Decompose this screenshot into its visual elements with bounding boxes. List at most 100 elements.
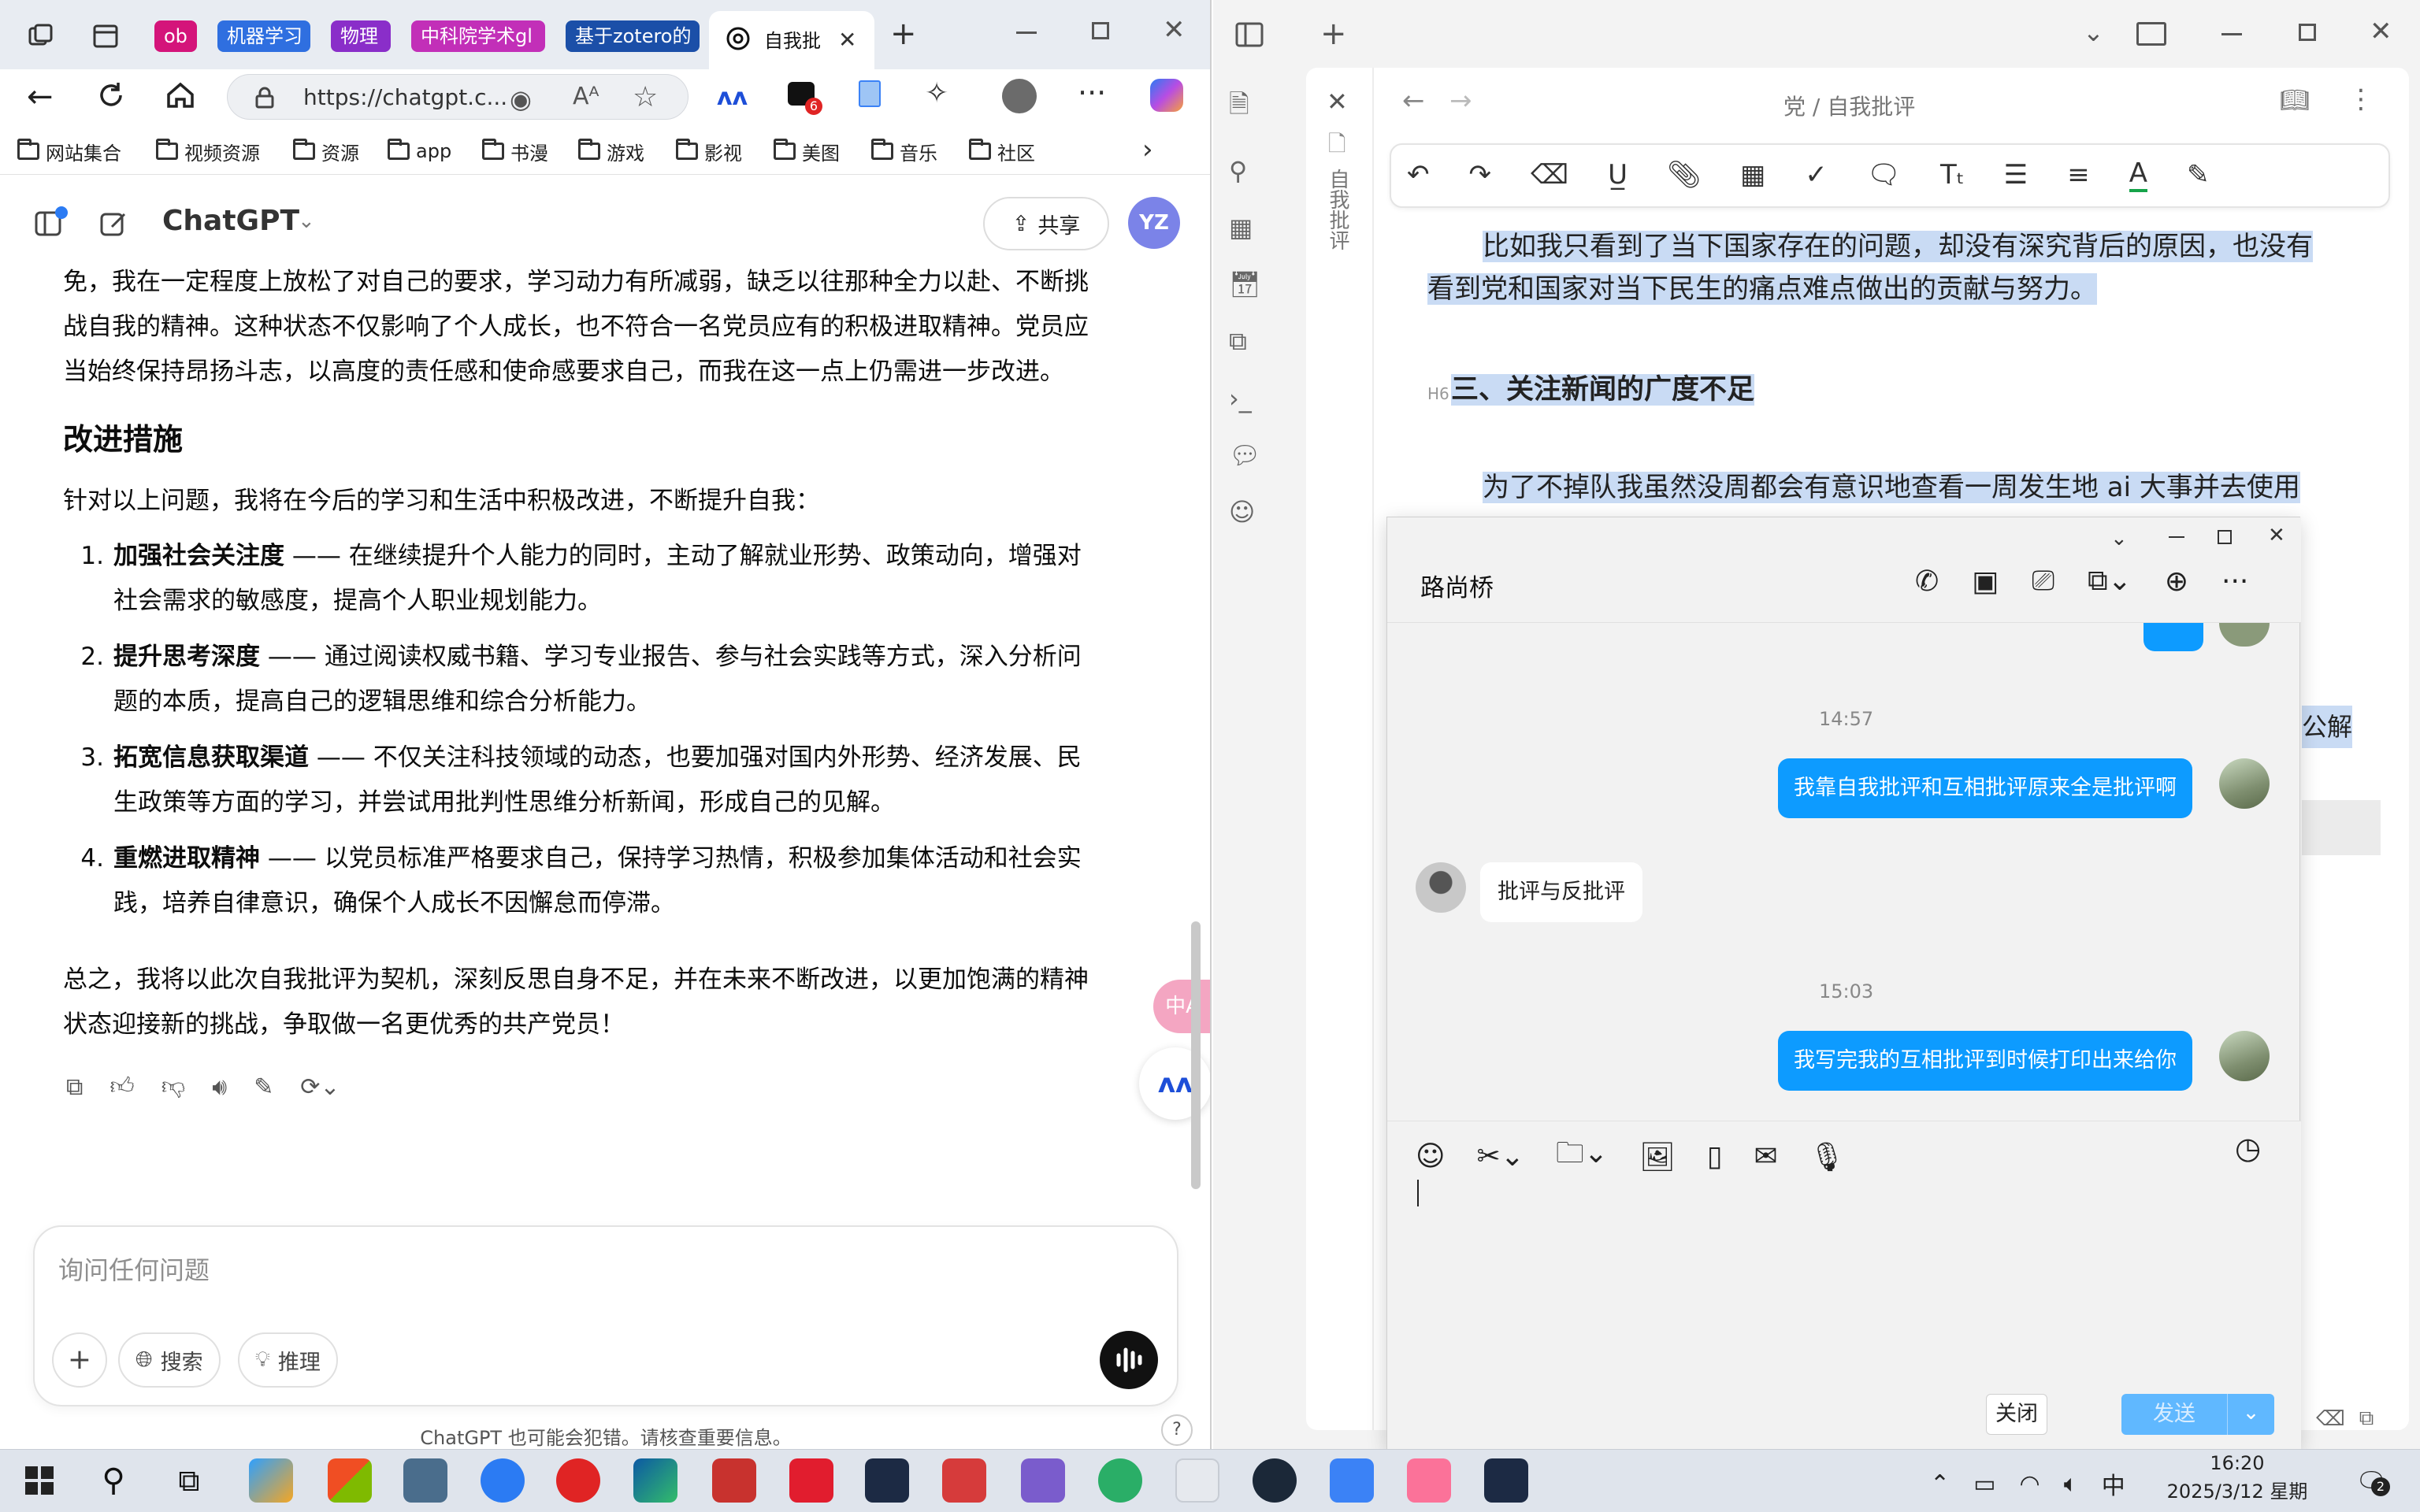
- outline-icon[interactable]: ▦: [1229, 213, 1261, 243]
- send-options-icon[interactable]: ⌄: [2227, 1394, 2274, 1435]
- obsidian-icon[interactable]: [1021, 1458, 1065, 1503]
- list-icon[interactable]: ☰: [2004, 159, 2028, 191]
- eraser-icon[interactable]: ⌫: [1531, 159, 1568, 191]
- tab-group-ob[interactable]: ob: [154, 20, 197, 52]
- tab-close-icon[interactable]: ✕: [838, 27, 856, 53]
- share-button[interactable]: ⇪ 共享: [983, 197, 1109, 250]
- edit-icon[interactable]: ✎: [254, 1073, 273, 1101]
- favorite-folder[interactable]: 网站集合: [17, 135, 121, 167]
- workspaces-icon[interactable]: [27, 22, 55, 50]
- copy-docs-icon[interactable]: ⧉: [1229, 326, 1261, 357]
- app-icon[interactable]: [1484, 1458, 1528, 1503]
- tab-group-ml[interactable]: 机器学习: [217, 20, 310, 52]
- emoji-icon[interactable]: ☺: [1416, 1140, 1446, 1173]
- chevron-up-icon[interactable]: ⌃: [1930, 1470, 1950, 1498]
- layers-icon[interactable]: ⧉: [2359, 1406, 2374, 1431]
- battery-icon[interactable]: ▭: [1973, 1470, 1995, 1498]
- wifi-icon[interactable]: ◠: [2020, 1470, 2040, 1498]
- folder-icon[interactable]: 🗀︎⌄: [1556, 1132, 1608, 1180]
- chevron-right-icon[interactable]: ›: [1142, 134, 1153, 165]
- app-icon[interactable]: [328, 1458, 372, 1503]
- tab-group-cas[interactable]: 中科院学术gl: [411, 20, 545, 52]
- volume-icon[interactable]: 🔈︎: [2064, 1470, 2078, 1498]
- favorite-folder[interactable]: 社区: [969, 135, 1035, 167]
- forward-icon[interactable]: →: [1449, 85, 1472, 117]
- zotero-icon[interactable]: [942, 1458, 986, 1503]
- favorite-folder[interactable]: 资源: [293, 135, 359, 167]
- redo-icon[interactable]: ↷: [1469, 159, 1492, 191]
- store-icon[interactable]: [249, 1458, 293, 1503]
- close-icon[interactable]: ✕: [2268, 524, 2285, 547]
- settings-app-icon[interactable]: [1330, 1458, 1374, 1503]
- thumbs-up-icon[interactable]: 👍︎: [109, 1073, 134, 1101]
- send-button[interactable]: 发送: [2121, 1394, 2227, 1435]
- font-color-icon[interactable]: A: [2129, 158, 2147, 192]
- calendar-icon[interactable]: 📅︎: [1229, 269, 1261, 299]
- new-tab-icon[interactable]: +: [890, 16, 917, 52]
- tab-group-zotero[interactable]: 基于zotero的: [566, 20, 700, 52]
- back-icon[interactable]: ←: [1402, 85, 1425, 117]
- maximize-icon[interactable]: [1092, 22, 1109, 39]
- split-view-icon[interactable]: [2136, 22, 2166, 46]
- regenerate-icon[interactable]: ⟳⌄: [300, 1073, 340, 1101]
- self-avatar[interactable]: [2219, 758, 2270, 809]
- back-icon[interactable]: ←: [27, 79, 54, 115]
- search-button[interactable]: 🌐︎ 搜索: [118, 1332, 221, 1388]
- video-call-icon[interactable]: ▣: [1972, 565, 1999, 598]
- copilot-icon[interactable]: [1150, 79, 1183, 112]
- comment-icon[interactable]: 🗨︎: [1867, 159, 1901, 191]
- favorite-star-icon[interactable]: ☆: [633, 81, 658, 113]
- file-tree-icon[interactable]: 🗎︎: [1229, 87, 1261, 129]
- translate-button[interactable]: 中A: [1153, 980, 1210, 1033]
- emoji-icon[interactable]: ☺: [1229, 497, 1261, 527]
- close-window-icon[interactable]: ✕: [1163, 14, 1186, 46]
- chevron-down-icon[interactable]: ⌄: [2110, 527, 2128, 550]
- minimize-icon[interactable]: [2169, 536, 2184, 538]
- more-icon[interactable]: ···: [2221, 565, 2248, 598]
- add-member-icon[interactable]: ⊕: [2165, 565, 2188, 598]
- app-icon[interactable]: [865, 1458, 909, 1503]
- comment-icon[interactable]: 💬︎: [1229, 440, 1261, 470]
- steam-icon[interactable]: [1253, 1458, 1297, 1503]
- close-button[interactable]: 关闭: [1986, 1394, 2047, 1435]
- speaker-icon[interactable]: 🔊︎: [212, 1073, 227, 1101]
- netease-music-icon[interactable]: [556, 1458, 600, 1503]
- attachment-icon[interactable]: 📎︎: [1667, 159, 1701, 191]
- calculator-icon[interactable]: [403, 1458, 447, 1503]
- table-icon[interactable]: ▦: [1740, 159, 1765, 191]
- bilibili-icon[interactable]: [1407, 1458, 1451, 1503]
- devcpp-icon[interactable]: [712, 1458, 756, 1503]
- phone-icon[interactable]: ✆: [1915, 565, 1939, 598]
- sidebar-toggle-icon[interactable]: [1235, 22, 1264, 47]
- more-menu-icon[interactable]: ···: [1078, 76, 1106, 110]
- reader-mode-icon[interactable]: 📖︎: [2280, 87, 2310, 114]
- message-input[interactable]: 询问任何问题: [58, 1251, 210, 1287]
- chevron-down-icon[interactable]: ⌄: [298, 209, 315, 233]
- search-icon[interactable]: ⚲: [91, 1458, 135, 1503]
- red-packet-icon[interactable]: ✉: [1754, 1140, 1778, 1173]
- edge-icon[interactable]: [633, 1458, 677, 1503]
- scrollbar-thumb[interactable]: [1191, 921, 1201, 1189]
- favorite-folder[interactable]: 游戏: [578, 135, 644, 167]
- model-selector[interactable]: ChatGPT: [162, 205, 299, 237]
- favorite-folder[interactable]: 影视: [676, 135, 742, 167]
- close-window-icon[interactable]: ✕: [2370, 16, 2392, 47]
- read-aloud-icon[interactable]: Aᴬ: [573, 83, 599, 110]
- underline-icon[interactable]: U̲: [1608, 159, 1628, 191]
- new-tab-icon[interactable]: +: [1320, 16, 1347, 52]
- text-cursor[interactable]: [1417, 1180, 1419, 1206]
- address-bar[interactable]: https://chatgpt.c... ◉ Aᴬ ☆: [227, 74, 689, 120]
- ai-assistant-icon[interactable]: [481, 1458, 525, 1503]
- new-chat-icon[interactable]: [98, 208, 129, 239]
- message-outgoing[interactable]: 我写完我的互相批评到时候打印出来给你: [1778, 1031, 2192, 1091]
- document-extension-icon[interactable]: [859, 80, 881, 107]
- wechat-icon[interactable]: [1098, 1458, 1142, 1503]
- home-icon[interactable]: [164, 79, 197, 112]
- screen-share-icon[interactable]: ⎚: [2032, 565, 2054, 598]
- eraser-icon[interactable]: ⌫: [2316, 1407, 2345, 1431]
- image-icon[interactable]: 🖼︎: [1639, 1140, 1676, 1173]
- message-outgoing[interactable]: 我靠自我批评和互相批评原来全是批评啊: [1778, 758, 2192, 818]
- favorite-folder[interactable]: 美图: [774, 135, 840, 167]
- youdao-icon[interactable]: [789, 1458, 833, 1503]
- favorite-folder[interactable]: 书漫: [482, 135, 548, 167]
